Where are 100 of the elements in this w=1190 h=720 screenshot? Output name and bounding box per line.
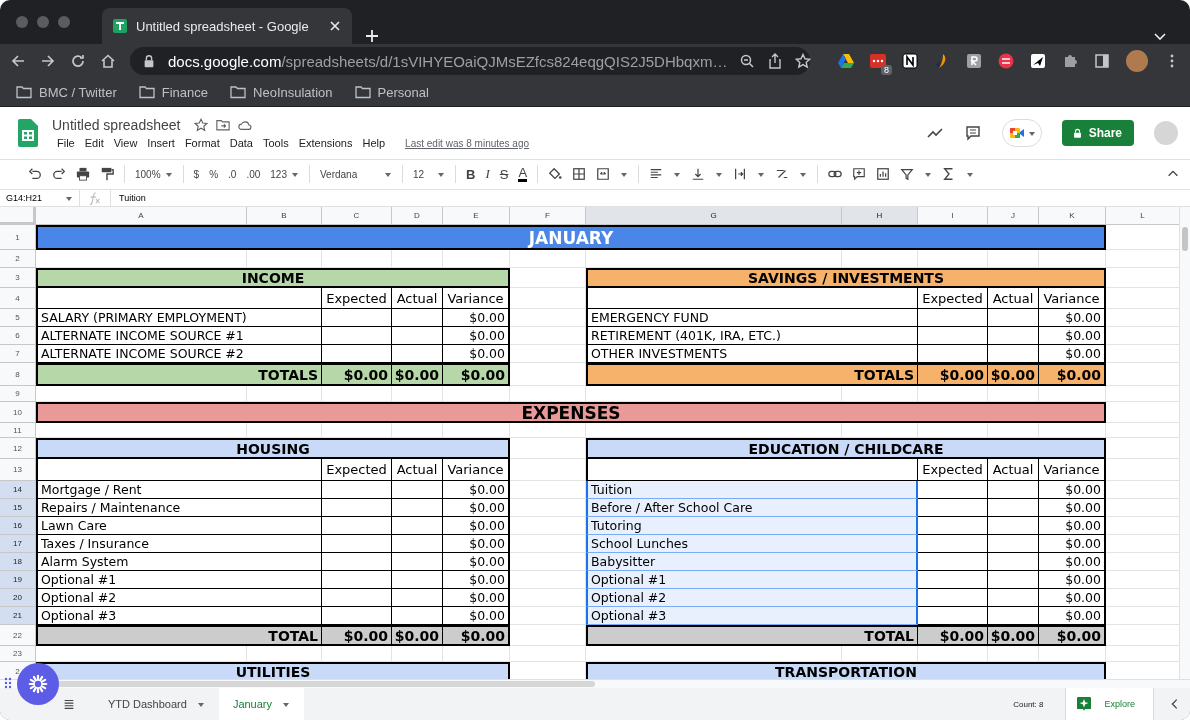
row-header[interactable]: 18: [0, 553, 36, 572]
forward-icon[interactable]: [40, 53, 56, 69]
sheets-logo-icon[interactable]: [112, 18, 128, 34]
caret-icon[interactable]: [437, 171, 445, 178]
bookmark-folder[interactable]: BMC / Twitter: [16, 84, 117, 100]
bookmark-star-icon[interactable]: [795, 53, 812, 69]
align-bottom-icon[interactable]: [691, 167, 706, 182]
browser-tab[interactable]: Untitled spreadsheet - Google: [102, 8, 352, 44]
document-title[interactable]: Untitled spreadsheet: [52, 117, 181, 133]
caret-icon[interactable]: [384, 171, 392, 178]
tile-extension-icon[interactable]: [966, 53, 982, 69]
address-bar[interactable]: docs.google.com/spreadsheets/d/1sVIHYEOaiQJMsEZfcs824eqgQIS2J5DHbqxm…: [130, 47, 810, 75]
merge-cells-icon[interactable]: [596, 167, 611, 182]
row-header[interactable]: 6: [0, 327, 36, 346]
folder-icon[interactable]: [138, 84, 155, 100]
font-size-select[interactable]: 12: [413, 168, 445, 180]
close-window-button[interactable]: [16, 16, 28, 28]
row-header[interactable]: 22: [0, 625, 36, 647]
text-color-button[interactable]: A: [518, 166, 528, 182]
row-header[interactable]: 20: [0, 589, 36, 608]
comment-icon[interactable]: [963, 125, 982, 141]
all-sheets-icon[interactable]: [62, 697, 76, 711]
caret-icon[interactable]: [924, 171, 933, 178]
row-header[interactable]: 12: [0, 438, 36, 460]
add-comment-icon[interactable]: [852, 167, 867, 182]
caret-icon[interactable]: [966, 171, 975, 178]
column-header[interactable]: G: [586, 207, 842, 226]
drag-dots-icon[interactable]: [4, 677, 12, 689]
column-header[interactable]: H: [842, 207, 918, 226]
caret-icon[interactable]: [164, 171, 173, 178]
zoom-out-icon[interactable]: [739, 53, 756, 69]
borders-icon[interactable]: [572, 167, 587, 182]
row-header[interactable]: 3: [0, 268, 36, 289]
column-header[interactable]: B: [247, 207, 322, 226]
count-summary[interactable]: Count: 8: [1013, 699, 1044, 709]
row-header[interactable]: 19: [0, 571, 36, 590]
row-header[interactable]: 15: [0, 499, 36, 518]
caret-icon[interactable]: [196, 701, 205, 707]
send-extension-icon[interactable]: [1030, 53, 1046, 69]
row-header[interactable]: 5: [0, 309, 36, 328]
currency-format-button[interactable]: $: [193, 168, 200, 180]
caret-icon[interactable]: [65, 195, 73, 202]
row-header[interactable]: 7: [0, 345, 36, 364]
zoom-select[interactable]: 100%: [135, 168, 173, 180]
row-header[interactable]: 4: [0, 288, 36, 310]
name-box[interactable]: G14:H21: [0, 189, 80, 207]
close-icon[interactable]: [328, 19, 342, 33]
minimize-window-button[interactable]: [37, 16, 49, 28]
drive-icon[interactable]: [838, 53, 854, 69]
cloud-icon[interactable]: [238, 118, 253, 132]
text-wrap-icon[interactable]: [733, 167, 748, 182]
row-header[interactable]: 21: [0, 607, 36, 626]
sheet-tab[interactable]: January: [218, 688, 304, 720]
increase-decimal-button[interactable]: .00: [246, 168, 261, 180]
row-header[interactable]: 23: [0, 646, 36, 663]
caret-icon[interactable]: [620, 171, 629, 178]
star-icon[interactable]: [194, 118, 209, 132]
folder-icon[interactable]: [354, 84, 371, 100]
bookmark-folder[interactable]: NeoInsulation: [230, 84, 333, 100]
home-icon[interactable]: [100, 53, 116, 69]
bold-button[interactable]: B: [466, 166, 476, 182]
menu-item[interactable]: View: [108, 137, 143, 149]
menu-item[interactable]: Insert: [142, 137, 180, 149]
caret-icon[interactable]: [1027, 130, 1036, 136]
stripes-extension-icon[interactable]: [998, 53, 1014, 69]
folder-icon[interactable]: [16, 84, 32, 100]
column-header[interactable]: E: [443, 207, 510, 226]
row-header[interactable]: 14: [0, 481, 36, 500]
column-header[interactable]: D: [392, 207, 443, 226]
strikethrough-button[interactable]: S: [499, 166, 509, 182]
row-header[interactable]: 17: [0, 535, 36, 554]
column-header[interactable]: I: [918, 207, 988, 226]
side-panel-icon[interactable]: [1094, 53, 1110, 69]
menu-item[interactable]: Edit: [79, 137, 109, 149]
row-header[interactable]: 9: [0, 386, 36, 403]
bookmark-folder[interactable]: Personal: [354, 84, 429, 100]
menu-item[interactable]: Format: [179, 137, 225, 149]
column-header[interactable]: K: [1039, 207, 1106, 226]
column-header[interactable]: F: [510, 207, 586, 226]
print-icon[interactable]: [76, 167, 90, 182]
menu-item[interactable]: Data: [224, 137, 258, 149]
undo-icon[interactable]: [28, 167, 42, 182]
new-tab-icon[interactable]: [364, 28, 380, 44]
decrease-decimal-button[interactable]: .0: [228, 168, 237, 180]
reload-icon[interactable]: [70, 53, 86, 69]
italic-button[interactable]: I: [485, 166, 490, 183]
bookmark-folder[interactable]: Finance: [138, 84, 209, 100]
row-header[interactable]: 10: [0, 402, 36, 424]
caret-icon[interactable]: [282, 701, 290, 707]
row-header[interactable]: 8: [0, 363, 36, 387]
formula-input[interactable]: Tuition: [111, 193, 146, 204]
menu-item[interactable]: Help: [357, 137, 391, 149]
vertical-scrollbar[interactable]: [1179, 207, 1190, 680]
share-icon[interactable]: [767, 53, 784, 69]
puzzle-icon[interactable]: [1062, 53, 1078, 69]
row-header[interactable]: 16: [0, 517, 36, 536]
filter-icon[interactable]: [900, 167, 915, 182]
back-icon[interactable]: [10, 53, 26, 69]
fill-bucket-icon[interactable]: [548, 167, 563, 182]
caret-icon[interactable]: [757, 171, 766, 178]
